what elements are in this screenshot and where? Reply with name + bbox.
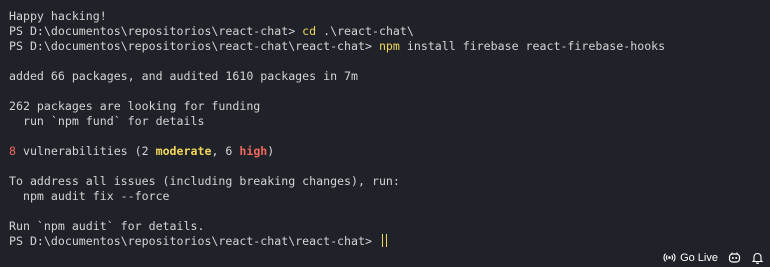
terminal-text: npm audit fix --force	[9, 189, 170, 203]
terminal-line: To address all issues (including breakin…	[9, 174, 770, 189]
status-bar: Go Live	[663, 250, 764, 265]
bell-icon[interactable]	[751, 251, 764, 265]
command-name: npm	[378, 39, 400, 53]
terminal-text: Happy hacking!	[9, 9, 107, 23]
broadcast-icon	[663, 251, 676, 264]
terminal-line: PS D:\documentos\repositorios\react-chat…	[9, 39, 770, 54]
command-args: install firebase react-firebase-hooks	[399, 39, 666, 53]
moderate-label: moderate	[155, 144, 212, 158]
terminal-text: Run `npm audit` for details.	[9, 219, 205, 233]
prompt-text: PS D:\documentos\repositorios\react-chat…	[9, 234, 379, 248]
terminal-text: )	[267, 144, 275, 158]
terminal-text: To address all issues (including breakin…	[9, 174, 400, 188]
terminal-line: npm audit fix --force	[9, 189, 770, 204]
vulnerabilities-line: 8 vulnerabilities (2 moderate, 6 high)	[9, 144, 770, 159]
terminal-text: vulnerabilities (2	[15, 144, 156, 158]
terminal-output[interactable]: Happy hacking! PS D:\documentos\reposito…	[9, 9, 770, 249]
terminal-text: added 66 packages, and audited 1610 pack…	[9, 69, 359, 83]
prompt-line[interactable]: PS D:\documentos\repositorios\react-chat…	[9, 234, 770, 249]
command-name: cd	[302, 24, 317, 38]
prompt-text: PS D:\documentos\repositorios\react-chat…	[9, 39, 379, 53]
terminal-line: Happy hacking!	[9, 9, 770, 24]
high-label: high	[239, 144, 268, 158]
terminal-line: run `npm fund` for details	[9, 114, 770, 129]
prompt-text: PS D:\documentos\repositorios\react-chat…	[9, 24, 303, 38]
text-cursor	[385, 234, 387, 247]
terminal-text: 262 packages are looking for funding	[9, 99, 261, 113]
go-live-button[interactable]: Go Live	[663, 251, 718, 264]
go-live-label: Go Live	[680, 251, 718, 264]
terminal-text: , 6	[211, 144, 240, 158]
vulnerability-count: 8	[9, 144, 16, 158]
copilot-icon[interactable]	[728, 251, 741, 264]
terminal-line: added 66 packages, and audited 1610 pack…	[9, 69, 770, 84]
terminal-text: run `npm fund` for details	[9, 114, 205, 128]
terminal-line: 262 packages are looking for funding	[9, 99, 770, 114]
terminal-line: Run `npm audit` for details.	[9, 219, 770, 234]
command-args: .\react-chat\	[316, 24, 414, 38]
text-cursor	[381, 234, 383, 247]
terminal-line: PS D:\documentos\repositorios\react-chat…	[9, 24, 770, 39]
